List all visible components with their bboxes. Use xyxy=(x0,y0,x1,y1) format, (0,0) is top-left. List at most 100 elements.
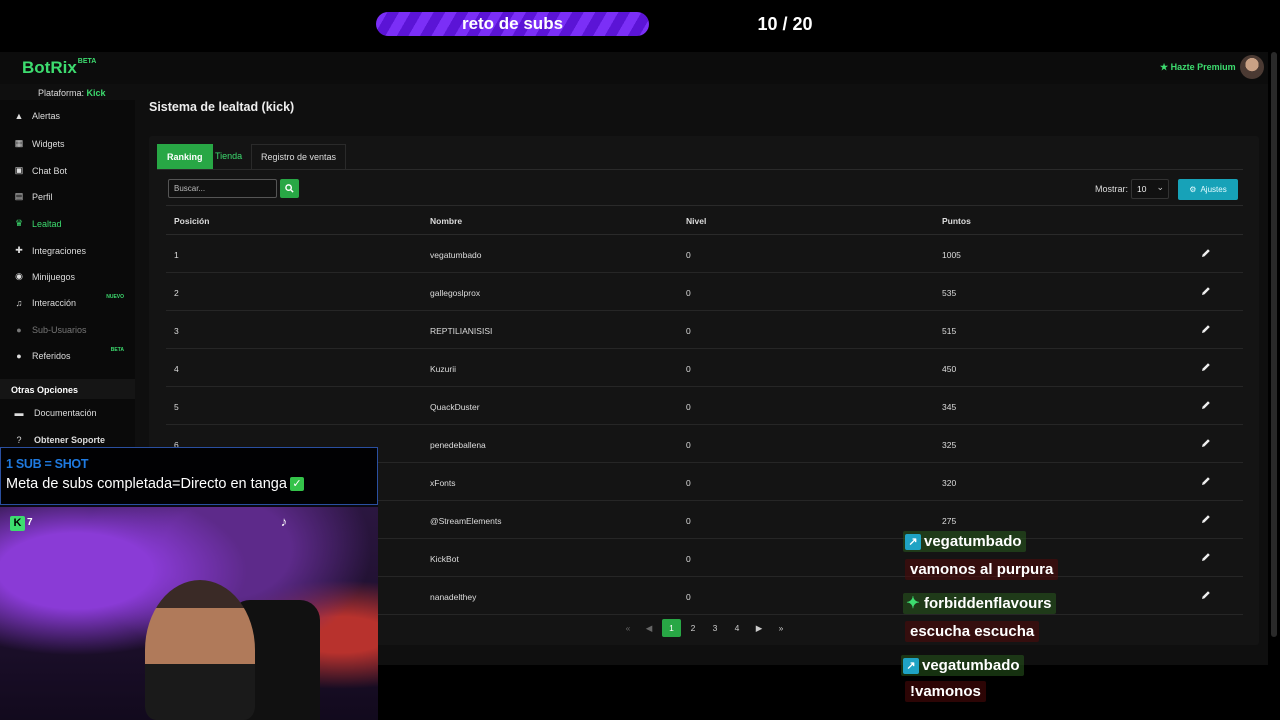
cell-level: 0 xyxy=(686,402,691,412)
grid-icon: ▦ xyxy=(14,138,24,148)
sidebar-item-soporte[interactable]: ? Obtener Soporte xyxy=(14,435,132,445)
search-input[interactable] xyxy=(168,179,277,198)
sidebar-item-perfil[interactable]: ▤ Perfil xyxy=(14,191,132,202)
edit-pencil-icon[interactable] xyxy=(1199,436,1213,450)
last-page-button[interactable]: » xyxy=(772,619,790,637)
search-icon xyxy=(285,184,294,193)
gears-icon: ⚙ xyxy=(1189,185,1197,194)
column-header-puntos[interactable]: Puntos xyxy=(942,216,971,226)
gamepad-icon: ◉ xyxy=(15,271,23,281)
cell-pos: 5 xyxy=(174,402,179,412)
cell-name: REPTILIANISISI xyxy=(430,326,493,336)
edit-pencil-icon[interactable] xyxy=(1199,398,1213,412)
chat-username: ↗ vegatumbado xyxy=(901,655,1024,676)
mostrar-value: 10 xyxy=(1137,184,1147,194)
book-icon: ▬ xyxy=(14,408,24,418)
cell-level: 0 xyxy=(686,250,691,260)
cell-name: penedeballena xyxy=(430,440,486,450)
edit-pencil-icon[interactable] xyxy=(1199,550,1213,564)
sidebar-item-label: Lealtad xyxy=(32,218,62,229)
star-icon: ★ xyxy=(1160,62,1169,72)
puzzle-icon: ✚ xyxy=(15,245,23,255)
sidebar-item-lealtad[interactable]: ♛ Lealtad xyxy=(14,218,132,229)
ajustes-button[interactable]: ⚙ Ajustes xyxy=(1178,179,1238,200)
tab-ranking[interactable]: Ranking xyxy=(157,144,213,169)
page-scrollbar[interactable] xyxy=(1271,52,1277,637)
cell-points: 1005 xyxy=(942,250,961,260)
cell-points: 345 xyxy=(942,402,957,412)
cell-level: 0 xyxy=(686,326,691,336)
check-mark-icon: ✓ xyxy=(289,477,304,492)
sidebar-item-interaccion[interactable]: ♫ Interacción NUEVO xyxy=(14,294,132,308)
tab-divider xyxy=(157,169,1243,170)
edit-pencil-icon[interactable] xyxy=(1199,512,1213,526)
table-row: 5 QuackDuster 0 345 xyxy=(166,387,1243,425)
tab-registro-ventas[interactable]: Registro de ventas xyxy=(251,144,347,169)
sidebar-item-label: Interacción xyxy=(32,298,77,308)
edit-pencil-icon[interactable] xyxy=(1199,246,1213,260)
streamer xyxy=(145,580,255,720)
cell-level: 0 xyxy=(686,554,691,564)
edit-pencil-icon[interactable] xyxy=(1199,360,1213,374)
column-header-nombre[interactable]: Nombre xyxy=(430,216,462,226)
users-icon: ● xyxy=(16,351,22,361)
mostrar-select[interactable]: 10 ⌄ xyxy=(1131,179,1169,199)
sidebar-item-minijuegos[interactable]: ◉ Minijuegos xyxy=(14,271,132,282)
sidebar-item-chat-bot[interactable]: ▣ Chat Bot xyxy=(14,165,132,176)
table-row: 4 Kuzurii 0 450 xyxy=(166,349,1243,387)
music-icon: ♫ xyxy=(15,298,23,308)
sidebar-item-label: Obtener Soporte xyxy=(34,435,106,445)
tab-tienda[interactable]: Tienda xyxy=(206,144,251,169)
star-badge-icon: ✦ xyxy=(906,594,920,612)
cell-pos: 3 xyxy=(174,326,179,336)
tiktok-icon: ♪ xyxy=(280,514,288,529)
page-button-4[interactable]: 4 xyxy=(728,619,746,637)
new-badge: NUEVO xyxy=(106,294,124,300)
next-page-button[interactable]: ▶ xyxy=(750,619,768,637)
id-card-icon: ▤ xyxy=(14,191,24,201)
chat-user-text: forbiddenflavours xyxy=(924,595,1052,612)
sidebar-item-integraciones[interactable]: ✚ Integraciones xyxy=(14,245,132,256)
premium-link[interactable]: ★ Hazte Premium xyxy=(1160,62,1236,73)
sidebar-item-label: Chat Bot xyxy=(32,165,68,176)
edit-pencil-icon[interactable] xyxy=(1199,322,1213,336)
first-page-button[interactable]: « xyxy=(619,619,637,637)
sidebar-item-sub-usuarios[interactable]: ● Sub-Usuarios xyxy=(14,325,132,335)
column-header-nivel[interactable]: Nivel xyxy=(686,216,706,226)
sidebar-item-documentacion[interactable]: ▬ Documentación xyxy=(14,408,132,418)
cell-points: 325 xyxy=(942,440,957,450)
edit-pencil-icon[interactable] xyxy=(1199,284,1213,298)
edit-pencil-icon[interactable] xyxy=(1199,474,1213,488)
user-avatar[interactable] xyxy=(1240,55,1264,79)
cell-name: Kuzurii xyxy=(430,364,456,374)
cell-level: 0 xyxy=(686,592,691,602)
sidebar-item-referidos[interactable]: ● Referidos BETA xyxy=(14,347,132,361)
cell-name: nanadelthey xyxy=(430,592,477,602)
robot-icon: ▣ xyxy=(14,165,24,175)
chat-user-text: vegatumbado xyxy=(922,657,1020,674)
cell-name: QuackDuster xyxy=(430,402,480,412)
trophy-icon: ♛ xyxy=(14,218,24,228)
chevron-down-icon: ⌄ xyxy=(1156,182,1164,192)
kick-logo-icon: K xyxy=(10,516,25,531)
chat-username: ✦ forbiddenflavours xyxy=(903,593,1056,614)
botrix-logo[interactable]: BotRixBETA xyxy=(22,58,96,78)
page-button-3[interactable]: 3 xyxy=(706,619,724,637)
app-header xyxy=(0,52,1268,84)
cell-name: @StreamElements xyxy=(430,516,502,526)
cell-points: 275 xyxy=(942,516,957,526)
column-header-posicion[interactable]: Posición xyxy=(174,216,209,226)
edit-pencil-icon[interactable] xyxy=(1199,588,1213,602)
cell-points: 515 xyxy=(942,326,957,336)
chat-message: vamonos al purpura xyxy=(905,559,1059,580)
sidebar-item-label: Documentación xyxy=(34,408,97,418)
sidebar-item-label: Widgets xyxy=(32,138,65,149)
sidebar-item-alertas[interactable]: ▲ Alertas xyxy=(14,111,132,121)
prev-page-button[interactable]: ◀ xyxy=(640,619,658,637)
page-button-1[interactable]: 1 xyxy=(662,619,681,637)
sidebar-item-label: Minijuegos xyxy=(32,271,76,282)
users-icon: ● xyxy=(16,325,22,335)
sidebar-item-widgets[interactable]: ▦ Widgets xyxy=(14,138,132,149)
search-button[interactable] xyxy=(280,179,299,198)
page-button-2[interactable]: 2 xyxy=(684,619,702,637)
